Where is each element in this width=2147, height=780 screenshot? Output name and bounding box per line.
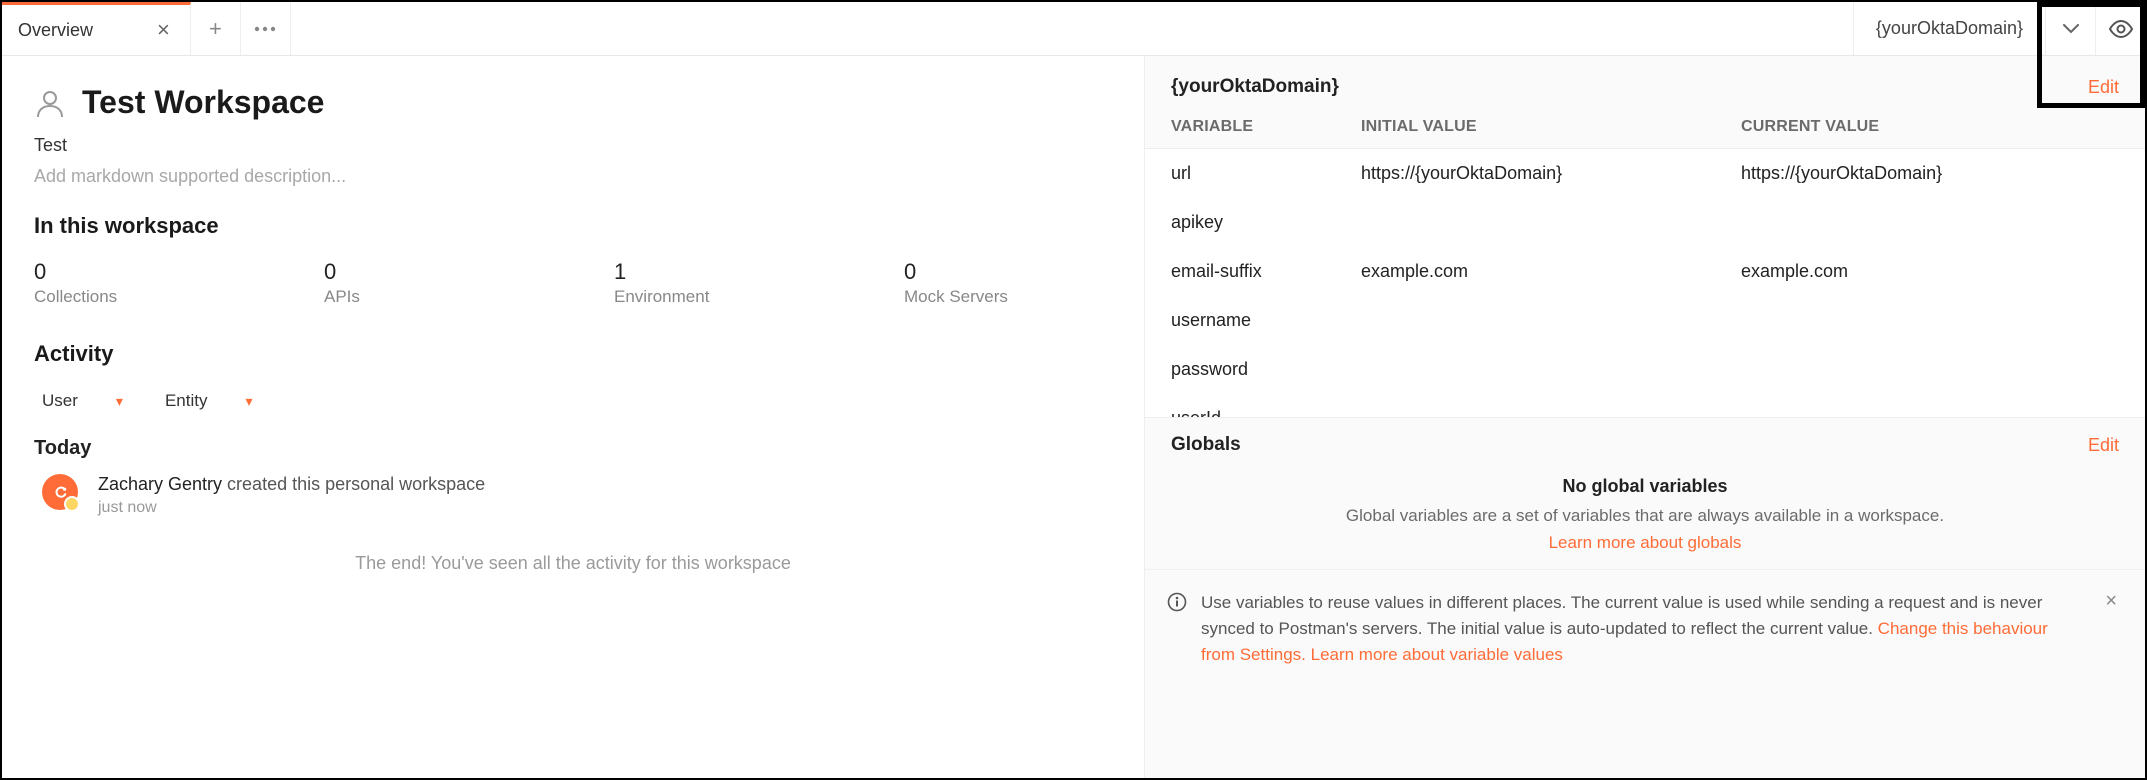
environment-dropdown-button[interactable] — [2045, 2, 2095, 55]
globals-title: Globals — [1171, 434, 1241, 456]
activity-item: Zachary Gentry created this personal wor… — [34, 474, 1112, 517]
info-icon — [1167, 592, 1187, 617]
var-initial — [1361, 408, 1741, 418]
stat-apis-label: APIs — [324, 287, 614, 307]
variable-row: email-suffix example.com example.com — [1145, 247, 2145, 296]
stat-collections-count: 0 — [34, 259, 324, 285]
col-variable: VARIABLE — [1171, 118, 1361, 136]
activity-text: Zachary Gentry created this personal wor… — [98, 474, 485, 495]
var-initial — [1361, 212, 1741, 233]
tab-overview-label: Overview — [18, 20, 93, 41]
stat-environment[interactable]: 1 Environment — [614, 259, 904, 307]
col-current-value: CURRENT VALUE — [1741, 118, 2119, 136]
variables-header: VARIABLE INITIAL VALUE CURRENT VALUE — [1145, 106, 2145, 148]
stat-mock-servers-label: Mock Servers — [904, 287, 1008, 307]
environment-name: {yourOktaDomain} — [1171, 76, 1339, 98]
avatar[interactable] — [42, 474, 78, 510]
var-name: apikey — [1171, 212, 1361, 233]
activity-day-heading: Today — [34, 437, 1112, 460]
globals-description: Global variables are a set of variables … — [1171, 503, 2119, 529]
variable-row: url https://{yourOktaDomain} https://{yo… — [1145, 149, 2145, 198]
environment-quicklook-button[interactable] — [2095, 2, 2145, 55]
filter-entity-label: Entity — [165, 391, 208, 411]
col-initial-value: INITIAL VALUE — [1361, 118, 1741, 136]
stat-environment-label: Environment — [614, 287, 904, 307]
chevron-down-icon: ▾ — [245, 393, 252, 410]
var-initial — [1361, 359, 1741, 380]
tab-overview[interactable]: Overview × — [2, 2, 191, 55]
var-current — [1741, 359, 2119, 380]
var-name: url — [1171, 163, 1361, 184]
var-current — [1741, 408, 2119, 418]
var-name: username — [1171, 310, 1361, 331]
filter-entity[interactable]: Entity ▾ — [157, 387, 261, 415]
variable-row: password — [1145, 345, 2145, 394]
var-initial — [1361, 310, 1741, 331]
person-icon — [34, 87, 66, 119]
workspace-stats: 0 Collections 0 APIs 1 Environment 0 Moc… — [34, 259, 1112, 307]
globals-edit-button[interactable]: Edit — [2088, 435, 2119, 456]
environment-quicklook-panel: {yourOktaDomain} Edit VARIABLE INITIAL V… — [1144, 56, 2145, 778]
activity-time: just now — [98, 499, 485, 517]
stat-collections-label: Collections — [34, 287, 324, 307]
variable-row: userId — [1145, 394, 2145, 418]
activity-end-message: The end! You've seen all the activity fo… — [34, 553, 1112, 574]
stat-mock-servers[interactable]: 0 Mock Servers — [904, 259, 1008, 307]
stat-collections[interactable]: 0 Collections — [34, 259, 324, 307]
info-learn-link[interactable]: Learn more about variable values — [1311, 645, 1563, 664]
var-name: userId — [1171, 408, 1361, 418]
chevron-down-icon: ▾ — [116, 393, 123, 410]
activity-heading: Activity — [34, 341, 1112, 367]
eye-icon — [2108, 20, 2134, 38]
var-current — [1741, 212, 2119, 233]
stat-environment-count: 1 — [614, 259, 904, 285]
stat-mock-servers-count: 0 — [904, 259, 1008, 285]
filter-user-label: User — [42, 391, 78, 411]
activity-action: created this personal workspace — [222, 474, 485, 494]
variable-row: apikey — [1145, 198, 2145, 247]
ellipsis-icon — [254, 26, 276, 32]
environment-selector-label: {yourOktaDomain} — [1876, 18, 2023, 39]
variables-list[interactable]: url https://{yourOktaDomain} https://{yo… — [1145, 148, 2145, 418]
workspace-title: Test Workspace — [82, 84, 324, 121]
var-name: password — [1171, 359, 1361, 380]
workspace-summary[interactable]: Test — [34, 135, 1112, 156]
tab-close-icon[interactable]: × — [153, 15, 174, 45]
tab-more-button[interactable] — [241, 2, 291, 55]
globals-header: Globals Edit — [1145, 418, 2145, 464]
globals-learn-link[interactable]: Learn more about globals — [1171, 533, 2119, 553]
variable-row: username — [1145, 296, 2145, 345]
activity-user: Zachary Gentry — [98, 474, 222, 494]
environment-edit-button[interactable]: Edit — [2088, 77, 2119, 98]
var-initial: example.com — [1361, 261, 1741, 282]
var-initial: https://{yourOktaDomain} — [1361, 163, 1741, 184]
stat-apis-count: 0 — [324, 259, 614, 285]
in-workspace-heading: In this workspace — [34, 213, 1112, 239]
environment-selector[interactable]: {yourOktaDomain} — [1853, 2, 2045, 55]
info-banner: Use variables to reuse values in differe… — [1145, 569, 2145, 689]
no-globals-heading: No global variables — [1171, 476, 2119, 497]
var-current: https://{yourOktaDomain} — [1741, 163, 2119, 184]
chevron-down-icon — [2063, 24, 2079, 34]
var-current: example.com — [1741, 261, 2119, 282]
var-current — [1741, 310, 2119, 331]
tab-bar: Overview × + {yourOktaDomain} — [2, 2, 2145, 56]
stat-apis[interactable]: 0 APIs — [324, 259, 614, 307]
tab-add-button[interactable]: + — [191, 2, 241, 55]
info-dismiss-button[interactable]: × — [2099, 590, 2123, 613]
var-name: email-suffix — [1171, 261, 1361, 282]
overview-pane: Test Workspace Test Add markdown support… — [2, 56, 1144, 778]
filter-user[interactable]: User ▾ — [34, 387, 131, 415]
workspace-description-placeholder[interactable]: Add markdown supported description... — [34, 166, 1112, 187]
